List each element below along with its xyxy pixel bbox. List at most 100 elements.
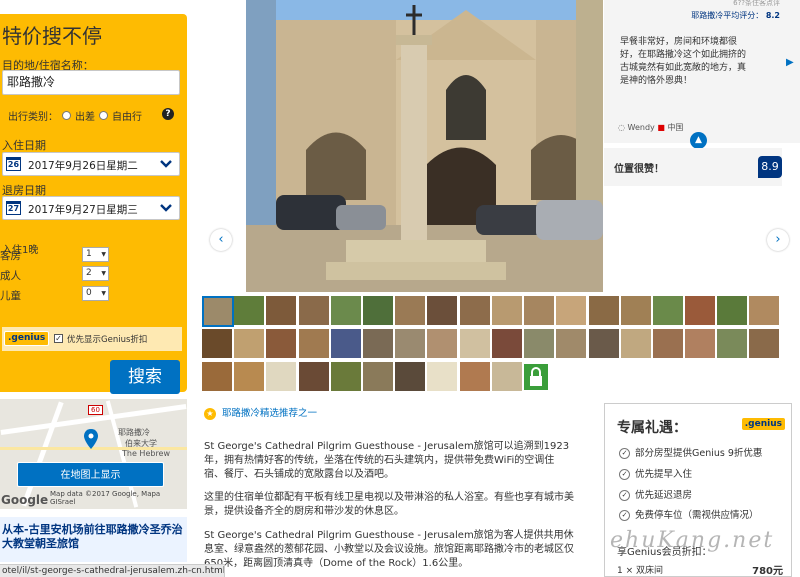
review-collapse-button[interactable]: ▲ <box>690 132 707 149</box>
adults-select[interactable]: 2 <box>82 266 109 281</box>
thumbnail[interactable] <box>524 296 554 325</box>
reviewer-name: Wendy <box>627 123 655 132</box>
thumbnail[interactable] <box>234 362 264 391</box>
map-label-hebrew: The Hebrew <box>122 449 171 458</box>
avatar-icon: ◌ <box>618 123 625 132</box>
thumbnail[interactable] <box>395 329 425 358</box>
show-on-map-button[interactable]: 在地图上显示 <box>17 462 164 487</box>
thumbnail[interactable] <box>621 296 651 325</box>
thumbnail[interactable] <box>363 296 393 325</box>
airport-route-link[interactable]: 从本-古里安机场前往耶路撒冷圣乔治大教堂朝圣旅馆 <box>0 517 187 562</box>
genius-row: .genius ✓ 优先显示Genius折扣 <box>2 327 182 351</box>
city-score-row: 耶路撒冷平均评分： 8.2 <box>691 10 780 21</box>
checkout-date-picker[interactable]: 27 2017年9月27日星期三 <box>2 196 180 220</box>
recommendation-text[interactable]: 耶路撒冷精选推荐之一 <box>222 408 317 419</box>
thumbnail[interactable] <box>492 296 522 325</box>
thumbnail[interactable] <box>363 362 393 391</box>
thumbnail[interactable] <box>331 329 361 358</box>
perk-item: ✓ 部分房型提供Genius 9折优惠 <box>619 445 762 459</box>
thumbnail[interactable] <box>653 296 683 325</box>
thumbnail[interactable] <box>717 329 747 358</box>
review-card: 6??条住客点评 耶路撒冷平均评分： 8.2 早餐非常好，房间和环境都很好，在耶… <box>604 0 800 149</box>
review-next-button[interactable]: ▶ <box>786 57 794 68</box>
thumbnail[interactable] <box>202 296 234 327</box>
children-select[interactable]: 0 <box>82 286 109 301</box>
check-circle-icon: ✓ <box>619 510 630 521</box>
thumbnail[interactable] <box>556 296 586 325</box>
search-title: 特价搜不停 <box>2 24 102 48</box>
trip-option-business: 出差 <box>75 112 95 123</box>
thumbnail[interactable] <box>234 296 264 325</box>
lock-icon <box>530 367 542 386</box>
calendar-icon: 27 <box>6 201 21 215</box>
photo-next-button[interactable]: › <box>767 229 789 251</box>
destination-input[interactable]: 耶路撒冷 <box>2 70 180 95</box>
main-photo[interactable] <box>246 0 603 292</box>
flag-icon: ■ <box>657 123 665 132</box>
checkin-date-value: 2017年9月26日星期二 <box>28 160 138 172</box>
thumbnail[interactable] <box>460 296 490 325</box>
calendar-icon: 26 <box>6 157 21 171</box>
children-label: 儿童 <box>0 290 21 302</box>
chevron-right-icon: ▶ <box>786 57 794 68</box>
thumbnail[interactable] <box>202 329 232 358</box>
thumbnail[interactable] <box>460 362 490 391</box>
thumbnail[interactable] <box>266 296 296 325</box>
star-icon: ★ <box>204 407 216 420</box>
thumbnail[interactable] <box>299 329 329 358</box>
thumbnail[interactable] <box>556 329 586 358</box>
recommendation-line: ★ 耶路撒冷精选推荐之一 <box>204 405 317 420</box>
thumbnail[interactable] <box>331 296 361 325</box>
rooms-select[interactable]: 1 <box>82 247 109 262</box>
thumbnail[interactable] <box>492 329 522 358</box>
map-pin-icon <box>84 429 98 449</box>
map-label-university: 伯来大学 <box>125 439 157 448</box>
checkin-date-picker[interactable]: 26 2017年9月26日星期二 <box>2 152 180 176</box>
thumbnail[interactable] <box>427 362 457 391</box>
perk-item: ✓ 优先延迟退房 <box>619 487 692 501</box>
thumbnail[interactable] <box>395 362 425 391</box>
thumbnail[interactable] <box>234 329 264 358</box>
thumbnail[interactable] <box>363 329 393 358</box>
more-photos-lock[interactable] <box>524 364 548 390</box>
location-score-badge: 8.9 <box>758 156 782 178</box>
thumbnail[interactable] <box>621 329 651 358</box>
thumbnail[interactable] <box>524 329 554 358</box>
thumbnail[interactable] <box>460 329 490 358</box>
thumbnail[interactable] <box>685 296 715 325</box>
watermark: ehuKang.net <box>610 528 775 553</box>
perks-title: 专属礼遇： <box>617 420 687 436</box>
thumbnail[interactable] <box>299 296 329 325</box>
thumbnail[interactable] <box>653 329 683 358</box>
chevron-down-icon <box>160 204 172 212</box>
genius-checkbox[interactable]: ✓ <box>54 334 63 343</box>
thumbnail[interactable] <box>492 362 522 391</box>
search-button[interactable]: 搜索 <box>110 360 180 394</box>
google-logo: Google <box>1 493 49 507</box>
thumbnail[interactable] <box>427 329 457 358</box>
adults-label: 成人 <box>0 270 21 282</box>
photo-prev-button[interactable]: ‹ <box>210 229 232 251</box>
thumbnail[interactable] <box>331 362 361 391</box>
thumbnail[interactable] <box>299 362 329 391</box>
radio-business[interactable] <box>62 111 71 120</box>
thumbnail[interactable] <box>589 296 619 325</box>
thumbnail[interactable] <box>589 329 619 358</box>
thumbnail[interactable] <box>395 296 425 325</box>
map-copyright: Map data ©2017 Google, Mapa GISrael <box>50 490 161 506</box>
thumbnail[interactable] <box>717 296 747 325</box>
thumbnail[interactable] <box>266 329 296 358</box>
help-icon[interactable]: ? <box>162 108 174 120</box>
trip-type-row: 出行类别： 出差 自由行 <box>8 108 142 123</box>
checkin-label: 入住日期 <box>2 139 46 152</box>
radio-leisure[interactable] <box>99 111 108 120</box>
thumbnail[interactable] <box>202 362 232 391</box>
thumbnail[interactable] <box>749 296 779 325</box>
thumbnail[interactable] <box>749 329 779 358</box>
thumbnail[interactable] <box>266 362 296 391</box>
checkout-date-value: 2017年9月27日星期三 <box>28 204 138 216</box>
room-line: 1 × 双床间 <box>617 566 663 576</box>
map-widget[interactable]: 60 耶路撒冷 伯来大学 The Hebrew 在地图上显示 Google Ma… <box>0 399 187 509</box>
thumbnail[interactable] <box>685 329 715 358</box>
thumbnail[interactable] <box>427 296 457 325</box>
